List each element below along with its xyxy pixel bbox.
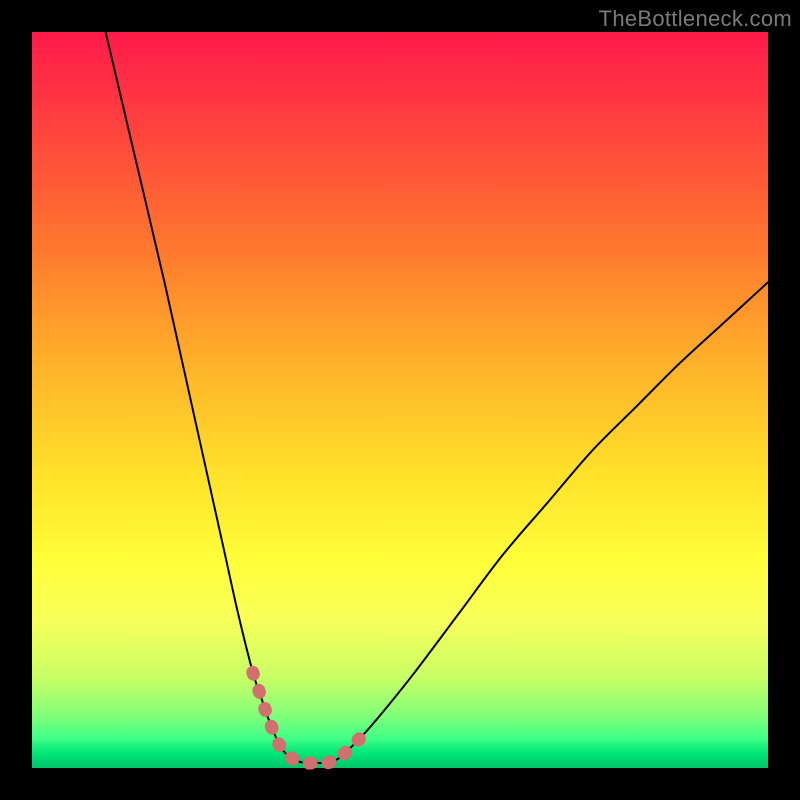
watermark-text: TheBottleneck.com	[599, 6, 792, 32]
bottleneck-curve-path	[106, 32, 768, 763]
chart-frame: TheBottleneck.com	[0, 0, 800, 800]
bottleneck-curve	[106, 32, 768, 763]
optimal-zone-highlight	[253, 672, 363, 763]
optimal-zone-highlight-path	[253, 672, 363, 763]
plot-area	[32, 32, 768, 768]
curve-layer	[32, 32, 768, 768]
